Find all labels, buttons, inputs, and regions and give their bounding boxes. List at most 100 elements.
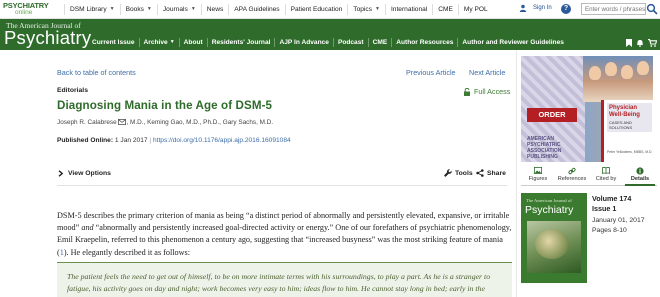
share-button[interactable]: Share [476, 169, 506, 177]
journal-nav-archive[interactable]: Archive ▼ [138, 37, 179, 47]
image-icon [534, 167, 542, 174]
body-emphasis: and [81, 223, 94, 233]
ad-book-author: Peter Yellowlees, MBBS, M.D. [607, 150, 653, 154]
nav-topics[interactable]: Topics ▼ [347, 3, 385, 15]
info-icon [636, 166, 644, 175]
ad-photo [583, 56, 653, 102]
ad-book-title: Physician Well-Being [609, 105, 640, 118]
full-access-label: Full Access [474, 87, 511, 96]
issue-meta: January 01, 2017 Pages 8-10 [592, 216, 645, 236]
journal-nav-ajp-in-advance[interactable]: AJP In Advance [274, 37, 332, 47]
nav-patient-education[interactable]: Patient Education [284, 3, 348, 15]
nav-label: CME [372, 38, 388, 46]
nav-label: CME [438, 5, 453, 13]
volume-number[interactable]: Volume 174 [592, 194, 631, 204]
bookmark-icon[interactable] [626, 39, 632, 47]
sign-in-link[interactable]: Sign In [519, 4, 552, 12]
back-to-toc-link[interactable]: Back to table of contents [57, 68, 136, 77]
tab-details[interactable]: Details [623, 165, 657, 186]
shopping-cart-icon[interactable] [648, 39, 657, 47]
nav-cme[interactable]: CME [432, 3, 458, 15]
issue-number[interactable]: Issue 1 [592, 204, 631, 214]
global-nav: DSM Library ▼ Books ▼ Journals ▼ News APA G… [64, 0, 493, 19]
author-name[interactable]: Keming Gao, M.D., Ph.D., [147, 119, 223, 126]
journal-nav-cme[interactable]: CME [367, 37, 392, 47]
chevron-down-icon: ▼ [146, 5, 152, 12]
nav-label: My POL [463, 5, 488, 13]
nav-label: International [390, 5, 428, 13]
journal-nav-podcast[interactable]: Podcast [332, 37, 368, 47]
nav-news[interactable]: News [200, 3, 229, 15]
issue-pages: Pages 8-10 [592, 227, 627, 234]
issue-cover-image[interactable]: The American Journal of Psychiatry [521, 193, 587, 283]
ad-person-face [589, 66, 601, 80]
nav-label: Journals [162, 5, 188, 13]
nav-label: Residents' Journal [211, 38, 271, 46]
tab-label: Figures [528, 176, 548, 182]
nav-label: About [183, 38, 203, 46]
tools-button[interactable]: Tools [444, 169, 473, 177]
bell-icon[interactable] [636, 39, 644, 47]
next-article-link[interactable]: Next Article [469, 68, 505, 77]
search-input[interactable] [581, 3, 646, 15]
nav-label: Patient Education [290, 5, 343, 13]
nav-label: Topics [353, 5, 372, 13]
ad-book-title-block: Physician Well-Being CASES AND SOLUTIONS [607, 103, 652, 132]
journal-nav-author-resources[interactable]: Author Resources [391, 37, 457, 47]
wrench-icon [444, 169, 452, 177]
link-icon [568, 167, 576, 174]
quote-text: The patient feels the need to get out of… [67, 272, 491, 293]
psychiatry-online-logo[interactable]: PSYCHIATRY online [0, 2, 64, 16]
ad-person-face [605, 62, 617, 76]
nav-journals[interactable]: Journals ▼ [156, 3, 201, 15]
user-icon [519, 4, 527, 12]
view-options-toggle[interactable]: View Options [57, 170, 111, 177]
search-icon[interactable] [646, 3, 658, 15]
journal-nav-residents-journal[interactable]: Residents' Journal [206, 37, 275, 47]
author-name[interactable]: Joseph R. Calabrese [57, 119, 117, 126]
nav-international[interactable]: International [384, 3, 432, 15]
nav-my-pol[interactable]: My POL [457, 3, 493, 15]
ad-order-button[interactable]: ORDER [527, 108, 577, 122]
sign-in-label: Sign In [533, 5, 552, 11]
nav-label: News [206, 5, 224, 13]
nav-label: AJP In Advance [279, 38, 329, 46]
book-icon [602, 167, 610, 174]
issue-volume-info: Volume 174 Issue 1 [592, 194, 631, 214]
brand-line1: PSYCHIATRY [3, 1, 49, 10]
tab-label: References [557, 176, 587, 182]
tab-figures[interactable]: Figures [521, 165, 555, 185]
nav-label: Author and Reviewer Guidelines [462, 38, 564, 46]
nav-label: Author Resources [396, 38, 454, 46]
nav-label: Books [125, 5, 144, 13]
help-icon[interactable]: ? [561, 4, 571, 14]
nav-apa-guidelines[interactable]: APA Guidelines [228, 3, 284, 15]
nav-dsm-library[interactable]: DSM Library ▼ [64, 3, 120, 15]
article-title: Diagnosing Mania in the Age of DSM-5 [57, 99, 273, 112]
chevron-down-icon: ▼ [169, 38, 175, 45]
chevron-down-icon: ▼ [109, 5, 115, 12]
nav-books[interactable]: Books ▼ [119, 3, 157, 15]
journal-nav-current-issue[interactable]: Current Issue [88, 38, 139, 47]
brand-line2: online [15, 9, 33, 16]
chevron-right-icon [58, 170, 64, 177]
doi-link[interactable]: https://doi.org/10.1176/appi.ajp.2016.16… [153, 137, 291, 144]
previous-article-link[interactable]: Previous Article [406, 68, 456, 77]
tools-label: Tools [455, 169, 473, 177]
ad-book-subtitle: CASES AND SOLUTIONS [609, 120, 633, 130]
block-quote: The patient feels the need to get out of… [57, 262, 512, 297]
journal-nav-author-reviewer-guidelines[interactable]: Author and Reviewer Guidelines [457, 37, 568, 47]
tab-label: Details [630, 176, 650, 182]
journal-logo-title[interactable]: Psychiatry [4, 27, 91, 49]
share-icon [476, 169, 484, 177]
tab-cited-by[interactable]: Cited by [589, 165, 623, 185]
full-access-badge: Full Access [464, 87, 510, 96]
book-advertisement[interactable]: ORDER AMERICAN PSYCHIATRIC ASSOCIATION P… [521, 56, 653, 162]
journal-nav-about[interactable]: About [178, 37, 207, 47]
author-name[interactable]: Gary Sachs, M.D. [223, 119, 273, 126]
article-sidebar-tabs: Figures References Cited by Details [521, 165, 657, 186]
journal-nav: Current Issue Archive ▼ About Residents' … [88, 36, 568, 48]
ad-book-cover: Physician Well-Being CASES AND SOLUTIONS… [601, 100, 653, 162]
tab-references[interactable]: References [555, 165, 589, 185]
chevron-down-icon: ▼ [375, 5, 380, 12]
